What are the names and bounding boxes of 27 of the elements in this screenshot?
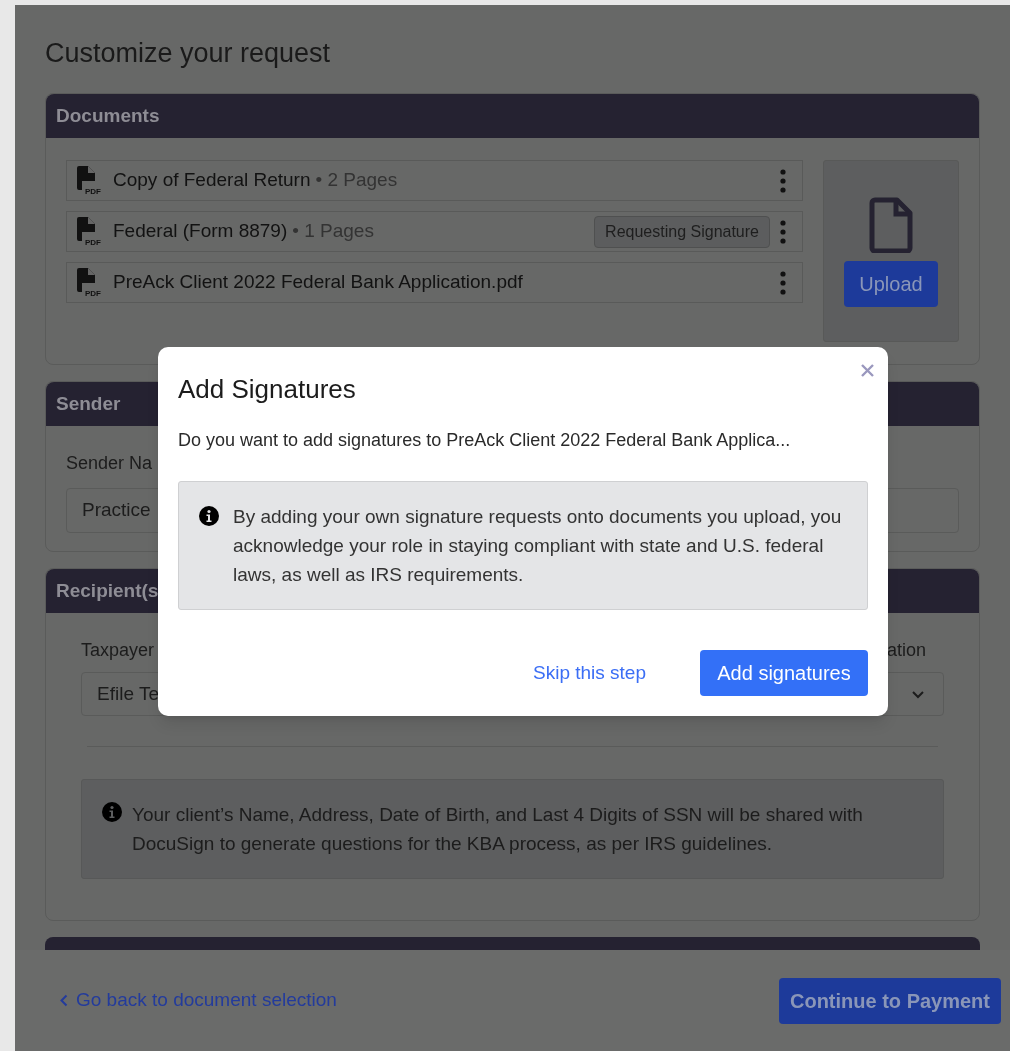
- document-name: Federal (Form 8879): [113, 219, 288, 244]
- dialog-message: Do you want to add signatures to PreAck Client 2022 Federal Bank Applica...: [178, 429, 792, 452]
- page-title: Customize your request: [45, 37, 332, 70]
- chevron-down-icon: [911, 689, 925, 699]
- more-options-icon: [780, 168, 786, 193]
- document-row[interactable]: PDF PreAck Client 2022 Federal Bank Application.pdf: [66, 262, 803, 303]
- section-header: Documents: [46, 94, 979, 138]
- document-name: Copy of Federal Return: [113, 168, 311, 193]
- info-icon: [102, 802, 122, 822]
- field-label: Sender Na: [66, 452, 154, 475]
- document-name: PreAck Client 2022 Federal Bank Application.pdf: [113, 270, 523, 295]
- skip-link[interactable]: Skip this step: [533, 658, 646, 688]
- more-options-icon: [780, 270, 786, 295]
- chevron-left-icon: [60, 994, 68, 1007]
- upload-button[interactable]: Upload: [844, 261, 938, 307]
- file-icon: [869, 197, 913, 253]
- field-label: ation: [886, 639, 926, 661]
- upload-area[interactable]: Upload: [823, 160, 959, 342]
- close-button[interactable]: [858, 361, 876, 379]
- more-options-icon: [780, 219, 786, 244]
- field-label: Taxpayer: [81, 639, 156, 661]
- status-tag: Requesting Signature: [594, 215, 770, 248]
- continue-button[interactable]: Continue to Payment: [779, 977, 1001, 1024]
- add-signatures-button[interactable]: Add signatures: [700, 650, 868, 696]
- info-text: Your client’s Name, Address, Date of Birth, and Last 4 Digits of SSN will be shared with DocuSign to generate questions for the KBA process, as per IRS guidelines.: [132, 803, 864, 856]
- info-icon: [199, 506, 219, 526]
- back-link[interactable]: Go back to document selection: [60, 986, 337, 1015]
